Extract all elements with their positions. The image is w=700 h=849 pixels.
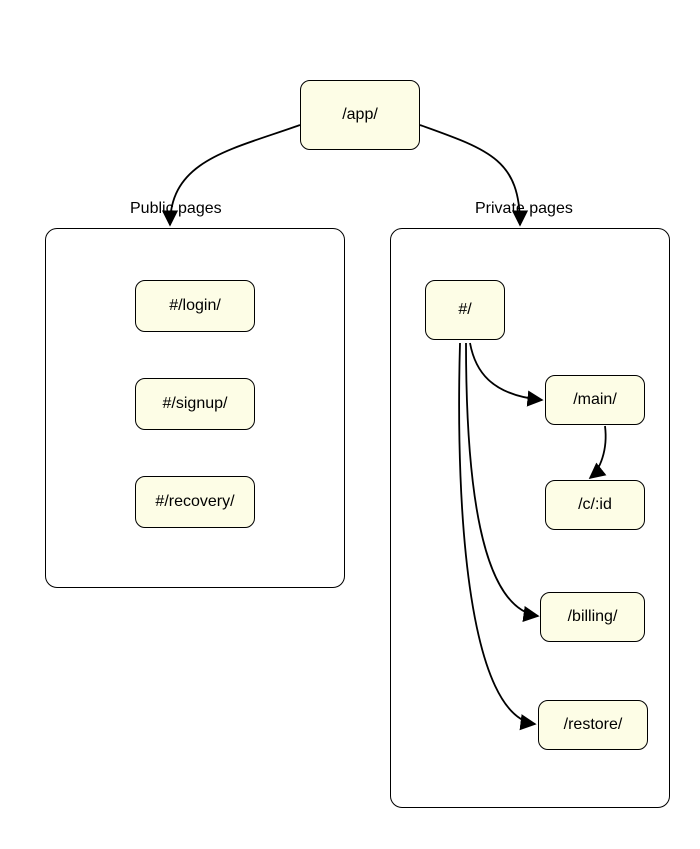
node-recovery-label: #/recovery/ xyxy=(155,493,234,511)
node-main: /main/ xyxy=(545,375,645,425)
node-hash-root: #/ xyxy=(425,280,505,340)
node-app-root: /app/ xyxy=(300,80,420,150)
node-signup-label: #/signup/ xyxy=(163,395,228,413)
node-billing: /billing/ xyxy=(540,592,645,642)
node-main-label: /main/ xyxy=(573,391,617,409)
node-billing-label: /billing/ xyxy=(568,608,618,626)
node-app-root-label: /app/ xyxy=(342,106,378,124)
node-restore-label: /restore/ xyxy=(564,716,623,734)
node-login-label: #/login/ xyxy=(169,297,221,315)
node-recovery: #/recovery/ xyxy=(135,476,255,528)
diagram-stage: /app/ Public pages Private pages #/login… xyxy=(0,0,700,849)
node-cid-label: /c/:id xyxy=(578,496,612,514)
public-title: Public pages xyxy=(130,200,222,218)
node-signup: #/signup/ xyxy=(135,378,255,430)
node-cid: /c/:id xyxy=(545,480,645,530)
node-hash-root-label: #/ xyxy=(458,301,471,319)
node-login: #/login/ xyxy=(135,280,255,332)
node-restore: /restore/ xyxy=(538,700,648,750)
private-title: Private pages xyxy=(475,200,573,218)
